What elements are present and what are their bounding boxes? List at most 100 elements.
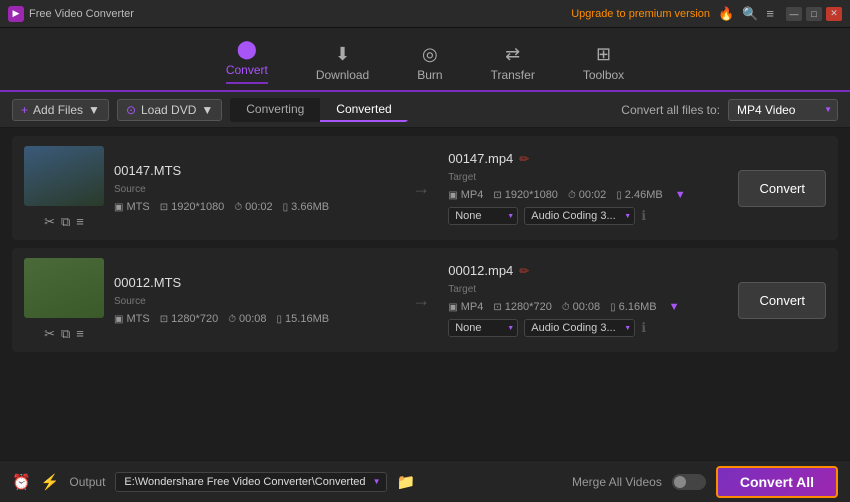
- nav-label-transfer: Transfer: [491, 68, 535, 82]
- download-nav-icon: ⬇: [335, 44, 350, 65]
- source-format-1: ▣ MTS: [114, 201, 150, 213]
- thumb-actions-2: ✂ ⧉ ≡: [44, 326, 84, 342]
- tres-icon-1: ⊡: [493, 190, 501, 201]
- thumbnail-2: [24, 258, 104, 318]
- audio-select-2[interactable]: Audio Coding 3...: [524, 319, 635, 337]
- merge-toggle[interactable]: [672, 474, 706, 490]
- clip-icon-1[interactable]: ⧉: [61, 214, 70, 230]
- subtitle-wrap-1[interactable]: None: [448, 207, 518, 225]
- load-dvd-button[interactable]: ⊙ Load DVD ▼: [117, 99, 222, 121]
- source-meta-2: ▣ MTS ⊡ 1280*720 ⏱ 00:08 ▯ 15.16MB: [114, 313, 394, 325]
- folder-icon[interactable]: 📁: [397, 473, 416, 491]
- toolbox-nav-icon: ⊞: [596, 44, 611, 65]
- info-icon-1[interactable]: ℹ: [641, 208, 646, 224]
- nav-item-transfer[interactable]: ⇄ Transfer: [491, 44, 535, 90]
- convert-all-button[interactable]: Convert All: [716, 466, 838, 498]
- convert-button-1[interactable]: Convert: [738, 170, 826, 207]
- logo-icon: ▶: [8, 6, 24, 22]
- output-path-arrow: ▼: [373, 477, 381, 486]
- toolbar: + Add Files ▼ ⊙ Load DVD ▼ Converting Co…: [0, 92, 850, 128]
- add-files-button[interactable]: + Add Files ▼: [12, 99, 109, 121]
- audio-wrap-1[interactable]: Audio Coding 3...: [524, 207, 635, 225]
- tdur-icon-1: ⏱: [568, 190, 576, 201]
- clip-icon-2[interactable]: ⧉: [61, 326, 70, 342]
- close-button[interactable]: ✕: [826, 7, 842, 21]
- tformat-icon-1: ▣: [448, 190, 457, 201]
- settings-icon-1[interactable]: ≡: [76, 214, 84, 230]
- search-icon[interactable]: 🔍: [742, 6, 758, 22]
- target-options-2: None Audio Coding 3... ℹ: [448, 319, 728, 337]
- edit-icon-2[interactable]: ✏: [519, 264, 529, 278]
- menu-icon[interactable]: ≡: [766, 6, 774, 21]
- format-select[interactable]: MP4 Video: [728, 99, 838, 121]
- tformat-icon-2: ▣: [448, 302, 457, 313]
- source-meta-1: ▣ MTS ⊡ 1920*1080 ⏱ 00:02 ▯ 3.66MB: [114, 201, 394, 213]
- info-icon-2[interactable]: ℹ: [641, 320, 646, 336]
- transfer-nav-icon: ⇄: [505, 44, 520, 65]
- file-details-1: 00147.MTS Source ▣ MTS ⊡ 1920*1080 ⏱ 00:…: [114, 163, 394, 213]
- tsize-icon-2: ▯: [610, 302, 616, 313]
- target-res-1: ⊡ 1920*1080: [493, 189, 558, 201]
- convert-button-2[interactable]: Convert: [738, 282, 826, 319]
- edit-icon-1[interactable]: ✏: [519, 152, 529, 166]
- subtitle-select-2[interactable]: None: [448, 319, 518, 337]
- tres-icon-2: ⊡: [493, 302, 501, 313]
- nav-item-convert[interactable]: ⬤ Convert: [226, 39, 268, 90]
- subtitle-wrap-2[interactable]: None: [448, 319, 518, 337]
- subtitle-select-1[interactable]: None: [448, 207, 518, 225]
- source-name-2: 00012.MTS: [114, 275, 394, 290]
- app-logo: ▶ Free Video Converter: [8, 6, 134, 22]
- merge-all-label: Merge All Videos: [572, 475, 662, 489]
- nav-item-toolbox[interactable]: ⊞ Toolbox: [583, 44, 624, 90]
- toggle-knob: [674, 476, 686, 488]
- target-name-row-1: 00147.mp4 ✏: [448, 151, 728, 166]
- bolt-icon[interactable]: ⚡: [41, 473, 60, 491]
- nav-label-burn: Burn: [417, 68, 442, 82]
- target-res-2: ⊡ 1280*720: [493, 301, 552, 313]
- target-options-1: None Audio Coding 3... ℹ: [448, 207, 728, 225]
- bottombar: ⏰ ⚡ Output E:\Wondershare Free Video Con…: [0, 460, 850, 502]
- target-size-2: ▯ 6.16MB: [610, 301, 656, 313]
- source-res-1: ⊡ 1920*1080: [160, 201, 225, 213]
- output-path-wrap[interactable]: E:\Wondershare Free Video Converter\Conv…: [115, 472, 386, 492]
- nav-label-convert: Convert: [226, 63, 268, 77]
- target-dropdown-arrow-2[interactable]: ▼: [669, 301, 680, 313]
- audio-select-1[interactable]: Audio Coding 3...: [524, 207, 635, 225]
- tsize-icon-1: ▯: [616, 190, 622, 201]
- convert-nav-icon: ⬤: [237, 39, 257, 60]
- source-size-1: ▯ 3.66MB: [283, 201, 329, 213]
- target-dur-2: ⏱ 00:08: [562, 301, 600, 313]
- nav-item-burn[interactable]: ◎ Burn: [417, 44, 442, 90]
- settings-icon-2[interactable]: ≡: [76, 326, 84, 342]
- audio-wrap-2[interactable]: Audio Coding 3...: [524, 319, 635, 337]
- app-title: Free Video Converter: [29, 8, 134, 20]
- target-dropdown-arrow-1[interactable]: ▼: [675, 189, 686, 201]
- dvd-icon: ⊙: [126, 103, 136, 117]
- load-dvd-arrow: ▼: [201, 103, 213, 117]
- dur-icon-1: ⏱: [234, 202, 242, 213]
- titlebar-right: Upgrade to premium version 🔥 🔍 ≡ — □ ✕: [571, 6, 842, 22]
- maximize-button[interactable]: □: [806, 7, 822, 21]
- source-label-2: Source: [114, 296, 394, 307]
- win-controls: — □ ✕: [786, 7, 842, 21]
- target-dur-1: ⏱ 00:02: [568, 189, 606, 201]
- target-meta-2: ▣ MP4 ⊡ 1280*720 ⏱ 00:08 ▯ 6.16MB ▼: [448, 301, 728, 313]
- cut-icon-2[interactable]: ✂: [44, 326, 55, 342]
- res-icon-2: ⊡: [160, 314, 168, 325]
- minimize-button[interactable]: —: [786, 7, 802, 21]
- titlebar: ▶ Free Video Converter Upgrade to premiu…: [0, 0, 850, 28]
- tab-converted[interactable]: Converted: [320, 98, 407, 122]
- dur-icon-2: ⏱: [228, 314, 236, 325]
- burn-nav-icon: ◎: [422, 44, 438, 65]
- thumbnail-1: [24, 146, 104, 206]
- load-dvd-label: Load DVD: [141, 103, 196, 117]
- nav-label-toolbox: Toolbox: [583, 68, 624, 82]
- cut-icon-1[interactable]: ✂: [44, 214, 55, 230]
- upgrade-link[interactable]: Upgrade to premium version: [571, 8, 710, 20]
- format-select-wrap[interactable]: MP4 Video: [728, 99, 838, 121]
- nav-item-download[interactable]: ⬇ Download: [316, 44, 369, 90]
- tab-converting[interactable]: Converting: [230, 98, 320, 122]
- clock-icon[interactable]: ⏰: [12, 473, 31, 491]
- output-path: E:\Wondershare Free Video Converter\Conv…: [124, 476, 365, 488]
- file-list: ✂ ⧉ ≡ 00147.MTS Source ▣ MTS ⊡ 1920*1080…: [0, 128, 850, 460]
